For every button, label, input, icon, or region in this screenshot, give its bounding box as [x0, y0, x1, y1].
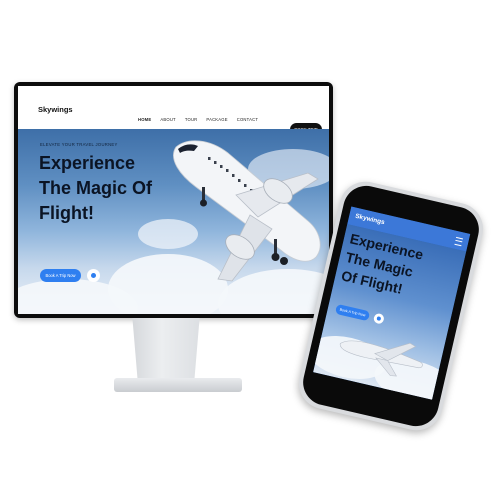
hero-headline: Experience The Magic Of Flight!: [39, 151, 179, 226]
hamburger-menu-icon[interactable]: [454, 236, 464, 247]
play-circle-icon[interactable]: [372, 312, 385, 325]
desktop-screen: Skywings HOME ABOUT TOUR PACKAGE CONTACT…: [18, 86, 329, 314]
mobile-book-now-button[interactable]: Book A Trip Now: [334, 303, 371, 322]
headline-line: Experience: [39, 153, 136, 173]
play-circle-icon[interactable]: [87, 269, 100, 282]
monitor-stand: [132, 318, 200, 378]
mobile-hero: Experience The Magic Of Flight! Book A T…: [313, 224, 467, 400]
nav-item-home[interactable]: HOME: [138, 117, 151, 122]
brand-logo[interactable]: Skywings: [38, 105, 73, 114]
book-now-button[interactable]: Book A Trip Now: [40, 269, 81, 282]
desktop-monitor: Skywings HOME ABOUT TOUR PACKAGE CONTACT…: [14, 82, 333, 318]
nav-menu: HOME ABOUT TOUR PACKAGE CONTACT: [138, 117, 258, 122]
headline-line: The Magic Of: [39, 178, 153, 198]
desktop-navbar: Skywings HOME ABOUT TOUR PACKAGE CONTACT…: [18, 86, 329, 136]
mobile-brand-logo[interactable]: Skywings: [355, 213, 386, 227]
mobile-screen: Skywings Experience The Magic Of Flight!…: [313, 206, 471, 400]
nav-item-contact[interactable]: CONTACT: [237, 117, 258, 122]
airplane-image: [173, 140, 321, 282]
headline-line: Flight!: [39, 203, 94, 223]
monitor-base: [114, 378, 242, 392]
hero-section: ELEVATE YOUR TRAVEL JOURNEY Experience T…: [18, 129, 329, 314]
nav-item-about[interactable]: ABOUT: [160, 117, 175, 122]
hero-eyebrow: ELEVATE YOUR TRAVEL JOURNEY: [40, 142, 118, 147]
nav-item-tour[interactable]: TOUR: [185, 117, 198, 122]
nav-item-package[interactable]: PACKAGE: [206, 117, 227, 122]
